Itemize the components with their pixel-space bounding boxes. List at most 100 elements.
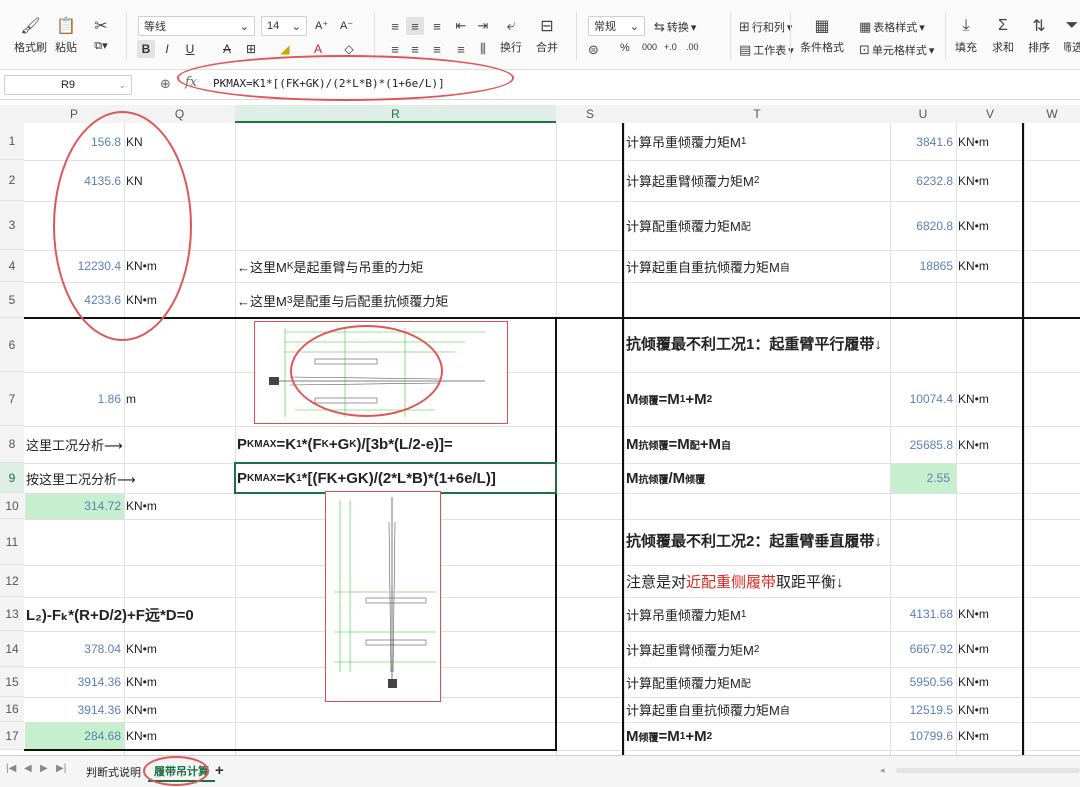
grow-font-button[interactable]: A⁺ xyxy=(315,19,328,32)
font-name-select[interactable]: 等线 ⌄ xyxy=(138,16,255,36)
convert-button[interactable]: ⇆ 转换 ▾ xyxy=(654,19,696,35)
cell-t17[interactable]: M 倾覆 =M 1 +M 2 xyxy=(624,722,890,750)
cell-u7[interactable]: 10074.4 xyxy=(890,372,956,426)
justify-icon[interactable]: ≡ xyxy=(452,40,470,58)
italic-button[interactable]: I xyxy=(158,40,176,58)
align-middle-icon[interactable]: ≡ xyxy=(406,17,424,35)
cell-style-button[interactable]: ⊡ 单元格样式 ▾ xyxy=(859,42,934,58)
cell-t3[interactable]: 计算配重倾覆力矩M 配 xyxy=(624,201,890,250)
align-top-icon[interactable]: ≡ xyxy=(386,17,404,35)
cell-v14[interactable]: KN•m xyxy=(956,631,1024,667)
percent-button[interactable]: % xyxy=(620,42,630,54)
rows-cols-button[interactable]: ⊞行和列▾ xyxy=(739,19,792,35)
wrap-text-button[interactable]: ⤶ 换行 xyxy=(500,16,522,55)
autosum-button[interactable]: Σ 求和 xyxy=(992,16,1014,55)
paste-button[interactable]: 📋 粘贴 xyxy=(55,16,77,55)
cell-u4[interactable]: 18865 xyxy=(890,250,956,282)
cell-t8[interactable]: M 抗倾覆 =M 配 +M 自 xyxy=(624,426,890,463)
sort-button[interactable]: ⇅ 排序 xyxy=(1028,16,1050,55)
row-header-15[interactable]: 15 xyxy=(0,667,24,697)
underline-button[interactable]: U xyxy=(181,40,199,58)
increase-decimal-button[interactable]: +.0 xyxy=(664,42,677,52)
cell-p15[interactable]: 3914.36 xyxy=(24,667,124,697)
indent-increase-icon[interactable]: ⇥ xyxy=(474,17,492,35)
row-header-14[interactable]: 14 xyxy=(0,631,24,667)
cell-v3[interactable]: KN•m xyxy=(956,201,1024,250)
cell-u14[interactable]: 6667.92 xyxy=(890,631,956,667)
cell-t1[interactable]: 计算吊重倾覆力矩M 1 xyxy=(624,123,890,160)
strikethrough-button[interactable]: A xyxy=(218,40,236,58)
decrease-decimal-button[interactable]: .00 xyxy=(686,42,699,52)
fill-button[interactable]: ⤓ 填充 xyxy=(955,16,977,55)
cell-p14[interactable]: 378.04 xyxy=(24,631,124,667)
cell-q16[interactable]: KN•m xyxy=(124,697,235,722)
column-header-s[interactable]: S xyxy=(556,105,624,123)
align-bottom-icon[interactable]: ≡ xyxy=(428,17,446,35)
worksheet-button[interactable]: ▤ 工作表 ▾ xyxy=(739,42,794,58)
cell-v13[interactable]: KN•m xyxy=(956,597,1024,631)
cell-v16[interactable]: KN•m xyxy=(956,697,1024,722)
cell-u17[interactable]: 10799.6 xyxy=(890,722,956,750)
cell-u9[interactable]: 2.55 xyxy=(890,463,956,493)
cell-q7[interactable]: m xyxy=(124,372,235,426)
cell-t6[interactable]: 抗倾覆最不利工况1：起重臂平行履带↓ xyxy=(624,318,890,372)
cell-v4[interactable]: KN•m xyxy=(956,250,1024,282)
cell-t13[interactable]: 计算吊重倾覆力矩M 1 xyxy=(624,597,890,631)
format-painter-button[interactable]: 🖌 格式刷 xyxy=(14,16,47,55)
row-header-12[interactable]: 12 xyxy=(0,565,24,597)
cell-t16[interactable]: 计算起重自重抗倾覆力矩M 自 xyxy=(624,697,890,722)
sheet-tab-0[interactable]: 判断式说明 xyxy=(80,762,147,782)
column-header-w[interactable]: W xyxy=(1024,105,1080,123)
horizontal-scrollbar[interactable] xyxy=(896,768,1080,773)
cell-p9[interactable]: 按这里工况分析⟶ xyxy=(24,463,235,493)
cell-t4[interactable]: 计算起重自重抗倾覆力矩M 自 xyxy=(624,250,890,282)
conditional-format-button[interactable]: ▦ 条件格式 xyxy=(800,16,844,55)
row-header-3[interactable]: 3 xyxy=(0,201,24,250)
cell-t2[interactable]: 计算起重臂倾覆力矩M 2 xyxy=(624,160,890,201)
row-header-16[interactable]: 16 xyxy=(0,697,24,722)
row-header-4[interactable]: 4 xyxy=(0,250,24,282)
cell-t11[interactable]: 抗倾覆最不利工况2：起重臂垂直履带↓ xyxy=(624,519,890,565)
column-header-u[interactable]: U xyxy=(890,105,956,123)
first-sheet-icon[interactable]: |◀ xyxy=(6,763,16,774)
indent-decrease-icon[interactable]: ⇤ xyxy=(452,17,470,35)
align-right-icon[interactable]: ≡ xyxy=(428,40,446,58)
cell-r8[interactable]: P KMAX =K 1 *(F K +G K)/[3b*(L/2-e)]= xyxy=(235,426,556,463)
cell-t7[interactable]: M 倾覆 =M 1 +M 2 xyxy=(624,372,890,426)
cell-u2[interactable]: 6232.8 xyxy=(890,160,956,201)
cell-v7[interactable]: KN•m xyxy=(956,372,1024,426)
thousands-button[interactable]: 000 xyxy=(642,42,657,52)
cell-v15[interactable]: KN•m xyxy=(956,667,1024,697)
cell-p13[interactable]: L₂)-Fₖ*(R+D/2)+F远*D=0 xyxy=(24,597,254,631)
row-header-11[interactable]: 11 xyxy=(0,519,24,565)
cell-q15[interactable]: KN•m xyxy=(124,667,235,697)
cell-u3[interactable]: 6820.8 xyxy=(890,201,956,250)
column-header-r[interactable]: R xyxy=(235,105,556,123)
cell-t15[interactable]: 计算配重倾覆力矩M 配 xyxy=(624,667,890,697)
cell-v2[interactable]: KN•m xyxy=(956,160,1024,201)
merge-button[interactable]: ⊟ 合并 xyxy=(536,16,558,55)
column-header-t[interactable]: T xyxy=(624,105,890,123)
cell-u16[interactable]: 12519.5 xyxy=(890,697,956,722)
row-header-6[interactable]: 6 xyxy=(0,318,24,372)
cell-p16[interactable]: 3914.36 xyxy=(24,697,124,722)
cell-r5[interactable]: ←这里M 3 是配重与后配重抗倾覆力矩 xyxy=(235,282,556,318)
cell-u1[interactable]: 3841.6 xyxy=(890,123,956,160)
last-sheet-icon[interactable]: ▶| xyxy=(56,763,66,774)
cell-v1[interactable]: KN•m xyxy=(956,123,1024,160)
row-header-10[interactable]: 10 xyxy=(0,493,24,519)
cell-p17[interactable]: 284.68 xyxy=(24,722,124,750)
cell-t12[interactable]: 注意是对 近配重侧履带 取距平衡↓ xyxy=(624,565,890,597)
cut-button[interactable]: ✂ ⧉▾ xyxy=(90,16,112,53)
column-header-v[interactable]: V xyxy=(956,105,1024,123)
row-header-9[interactable]: 9 xyxy=(0,463,24,493)
zoom-icon[interactable]: ⊕ xyxy=(160,76,171,92)
cell-t9[interactable]: M 抗倾覆/M 倾覆 xyxy=(624,463,890,493)
row-header-5[interactable]: 5 xyxy=(0,282,24,318)
add-sheet-button[interactable]: + xyxy=(215,762,224,779)
bold-button[interactable]: B xyxy=(137,40,155,58)
crane-drawing-vertical[interactable] xyxy=(325,491,441,702)
cell-p8[interactable]: 这里工况分析⟶ xyxy=(24,426,235,463)
table-style-button[interactable]: ▦ 表格样式 ▾ xyxy=(859,19,925,35)
cell-p10[interactable]: 314.72 xyxy=(24,493,124,519)
